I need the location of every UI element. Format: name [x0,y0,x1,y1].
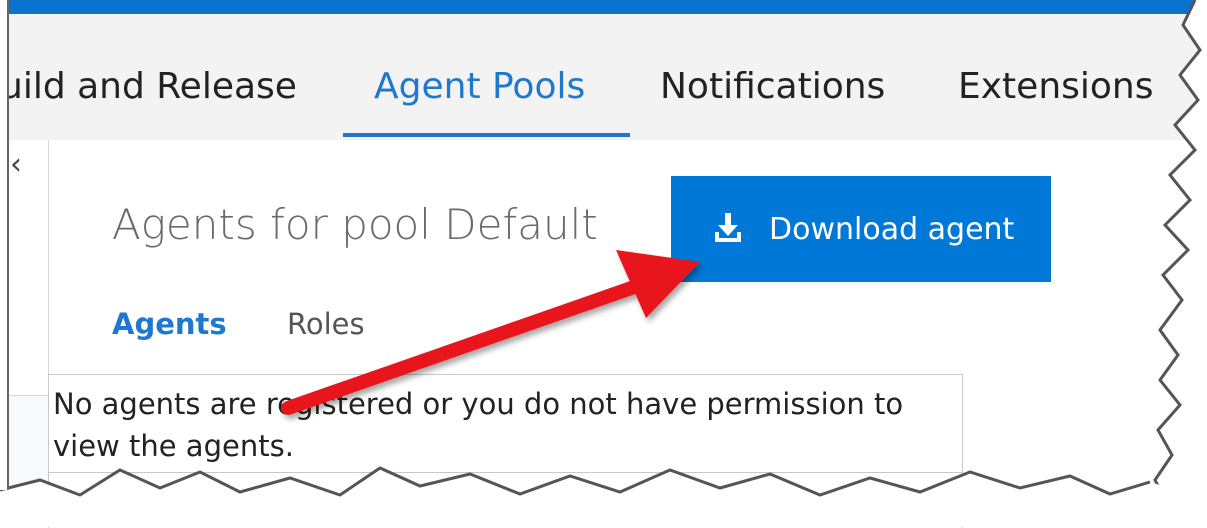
download-icon [715,213,741,242]
admin-tab-strip: uild and Release Agent Pools Notificatio… [0,14,1207,140]
screenshot-frame: uild and Release Agent Pools Notificatio… [0,0,1207,528]
download-agent-label: Download agent [769,211,1015,247]
tab-agent-pools[interactable]: Agent Pools [374,66,585,107]
rail-selected-item[interactable] [8,395,49,507]
download-agent-button[interactable]: Download agent [671,176,1051,282]
empty-grid-message: No agents are registered or you do not h… [53,387,904,463]
top-accent-bar [0,0,1207,14]
tab-notifications[interactable]: Notifications [660,66,885,107]
page-title: Agents for pool Default [112,200,598,249]
chevron-left-icon[interactable]: ‹ [10,150,28,180]
tab-build-and-release[interactable]: uild and Release [0,66,297,107]
subtab-agents[interactable]: Agents [112,307,227,341]
subtab-roles[interactable]: Roles [287,307,365,341]
agents-grid: No agents are registered or you do not h… [48,374,963,473]
agents-grid-row [48,472,963,528]
tab-extensions[interactable]: Extensions [958,66,1154,107]
active-tab-indicator [343,133,630,137]
